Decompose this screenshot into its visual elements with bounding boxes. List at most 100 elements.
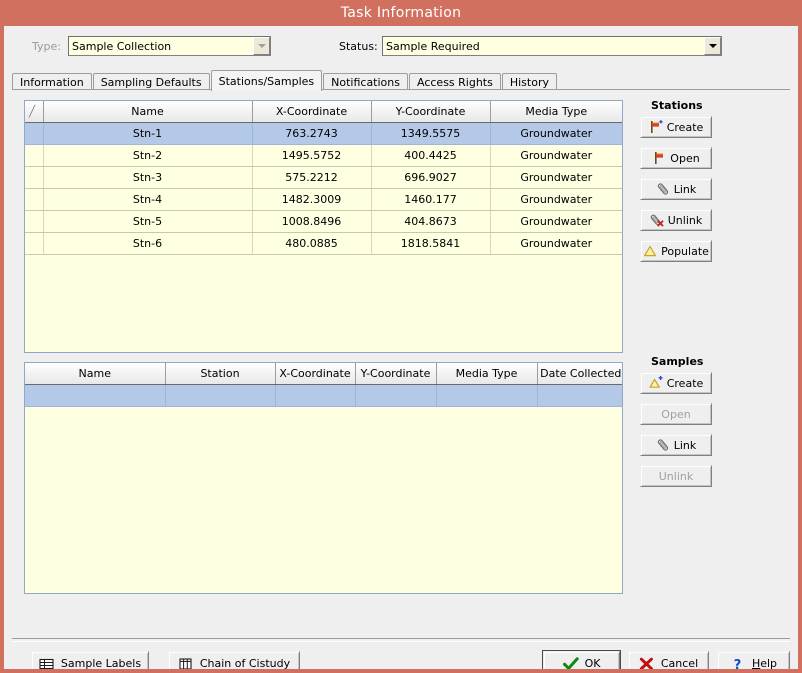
stations-col-media[interactable]: Media Type (490, 101, 622, 123)
status-value: Sample Required (383, 40, 704, 53)
stations-populate-button[interactable]: Populate (640, 240, 712, 262)
tab-notifications[interactable]: Notifications (323, 73, 408, 90)
samples-header-row: Name Station X-Coordinate Y-Coordinate M… (25, 363, 623, 385)
row-indicator (25, 123, 43, 145)
check-icon (563, 656, 579, 672)
row-indicator (25, 211, 43, 233)
flag-plus-icon (649, 120, 663, 134)
samples-col-media[interactable]: Media Type (436, 363, 537, 385)
stations-open-button[interactable]: Open (640, 147, 712, 169)
row-indicator (25, 233, 43, 255)
cell-media (436, 385, 537, 407)
button-label: Open (661, 408, 690, 421)
row-indicator (25, 145, 43, 167)
samples-col-x[interactable]: X-Coordinate (275, 363, 355, 385)
table-row[interactable]: Stn-5 1008.8496 404.8673 Groundwater (25, 211, 622, 233)
button-label: Sample Labels (61, 657, 141, 670)
cell-y: 1460.177 (371, 189, 490, 211)
samples-col-y[interactable]: Y-Coordinate (355, 363, 436, 385)
stations-samples-page: ╱ Name X-Coordinate Y-Coordinate Media T… (12, 89, 790, 635)
samples-col-date[interactable]: Date Collected (537, 363, 623, 385)
svg-text:?: ? (734, 658, 742, 671)
cell-y: 1818.5841 (371, 233, 490, 255)
row-indicator (25, 167, 43, 189)
button-label: Create (667, 121, 704, 134)
cell-y: 696.9027 (371, 167, 490, 189)
button-label: Create (667, 377, 704, 390)
samples-table: Name Station X-Coordinate Y-Coordinate M… (25, 363, 623, 407)
chain-of-custody-button[interactable]: Chain of Cistudy (168, 651, 300, 673)
table-row[interactable]: Stn-1 763.2743 1349.5575 Groundwater (25, 123, 622, 145)
table-row[interactable] (25, 385, 623, 407)
table-row[interactable]: Stn-3 575.2212 696.9027 Groundwater (25, 167, 622, 189)
button-label: Unlink (659, 470, 693, 483)
samples-grid-empty-area (25, 407, 622, 594)
cell-x: 1482.3009 (252, 189, 371, 211)
flag-icon (652, 151, 666, 165)
sample-labels-button[interactable]: Sample Labels (31, 651, 149, 673)
tab-sampling-defaults[interactable]: Sampling Defaults (93, 73, 210, 90)
samples-link-button[interactable]: Link (640, 434, 712, 456)
stations-col-x[interactable]: X-Coordinate (252, 101, 371, 123)
samples-open-button: Open (640, 403, 712, 425)
button-label: Link (674, 183, 697, 196)
button-label: OK (585, 657, 601, 670)
cancel-button[interactable]: Cancel (628, 651, 709, 673)
button-label: Chain of Cistudy (200, 657, 290, 670)
table-row[interactable]: Stn-2 1495.5752 400.4425 Groundwater (25, 145, 622, 167)
stations-link-button[interactable]: Link (640, 178, 712, 200)
cell-station (165, 385, 275, 407)
grid-cols-icon (178, 656, 194, 672)
cell-name: Stn-4 (43, 189, 252, 211)
stations-col-y[interactable]: Y-Coordinate (371, 101, 490, 123)
cell-name (25, 385, 165, 407)
stations-sort-indicator-header[interactable]: ╱ (25, 101, 43, 123)
top-field-row: Type: Sample Collection Status: Sample R… (4, 36, 798, 60)
stations-col-name[interactable]: Name (43, 101, 252, 123)
status-dropdown-button[interactable] (704, 37, 721, 55)
help-button[interactable]: ? Help (717, 651, 790, 673)
stations-create-button[interactable]: Create (640, 116, 712, 138)
stations-grid-empty-area (25, 255, 622, 353)
help-rest: elp (760, 657, 777, 670)
stations-table: ╱ Name X-Coordinate Y-Coordinate Media T… (25, 101, 622, 255)
tab-label: Notifications (331, 76, 400, 89)
samples-panel-title: Samples (651, 355, 703, 368)
row-indicator (25, 189, 43, 211)
cell-media: Groundwater (490, 145, 622, 167)
tab-label: Access Rights (417, 76, 493, 89)
tab-strip: Information Sampling Defaults Stations/S… (12, 70, 558, 90)
tab-stations-samples[interactable]: Stations/Samples (211, 70, 323, 91)
type-dropdown-button[interactable] (253, 37, 270, 55)
cell-name: Stn-5 (43, 211, 252, 233)
cell-name: Stn-2 (43, 145, 252, 167)
tab-history[interactable]: History (502, 73, 557, 90)
type-value: Sample Collection (69, 40, 253, 53)
stations-unlink-button[interactable]: Unlink (640, 209, 712, 231)
samples-col-station[interactable]: Station (165, 363, 275, 385)
window-title: Task Information (341, 5, 462, 21)
samples-create-button[interactable]: Create (640, 372, 712, 394)
cell-x: 763.2743 (252, 123, 371, 145)
paperclip-x-icon (650, 213, 664, 227)
table-row[interactable]: Stn-4 1482.3009 1460.177 Groundwater (25, 189, 622, 211)
cell-date (537, 385, 623, 407)
chevron-down-icon (709, 44, 717, 48)
stations-grid[interactable]: ╱ Name X-Coordinate Y-Coordinate Media T… (24, 100, 623, 353)
status-combobox[interactable]: Sample Required (382, 36, 722, 56)
ok-button[interactable]: OK (543, 651, 620, 673)
window-client-area: Type: Sample Collection Status: Sample R… (4, 26, 798, 669)
type-combobox[interactable]: Sample Collection (68, 36, 271, 56)
chevron-down-icon (258, 44, 266, 48)
samples-grid[interactable]: Name Station X-Coordinate Y-Coordinate M… (24, 362, 623, 594)
samples-col-name[interactable]: Name (25, 363, 165, 385)
cell-y: 400.4425 (371, 145, 490, 167)
cell-name: Stn-3 (43, 167, 252, 189)
cell-x: 575.2212 (252, 167, 371, 189)
tab-access-rights[interactable]: Access Rights (409, 73, 501, 90)
cell-x: 1495.5752 (252, 145, 371, 167)
stations-header-row: ╱ Name X-Coordinate Y-Coordinate Media T… (25, 101, 622, 123)
table-row[interactable]: Stn-6 480.0885 1818.5841 Groundwater (25, 233, 622, 255)
tab-information[interactable]: Information (12, 73, 92, 90)
cell-x: 480.0885 (252, 233, 371, 255)
